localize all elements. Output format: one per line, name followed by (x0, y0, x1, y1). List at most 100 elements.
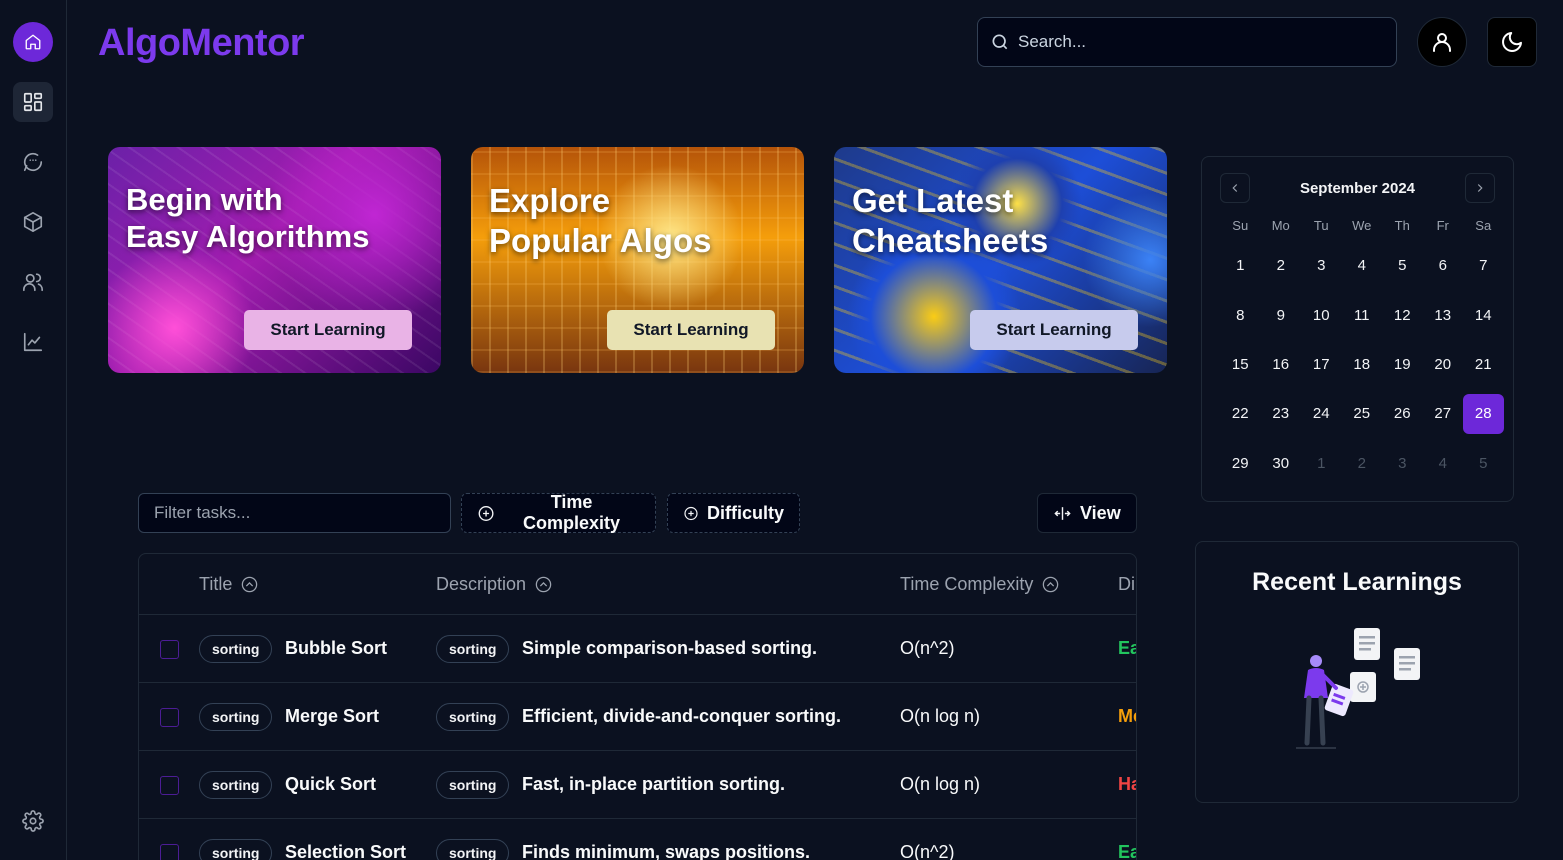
sidebar-item-chat[interactable] (13, 142, 53, 182)
task-time-complexity: O(n log n) (900, 774, 981, 794)
description-tag-badge: sorting (436, 635, 510, 663)
task-time-complexity: O(n log n) (900, 706, 981, 726)
sidebar (0, 0, 67, 860)
task-title: Bubble Sort (285, 638, 387, 658)
calendar-prev-button[interactable] (1220, 173, 1250, 203)
search-input[interactable] (1018, 32, 1378, 52)
search-icon (992, 34, 1008, 50)
time-complexity-filter-button[interactable]: Time Complexity (461, 492, 656, 533)
profile-button[interactable] (1417, 17, 1467, 67)
task-title: Quick Sort (285, 774, 377, 794)
task-difficulty: Me (1118, 706, 1136, 726)
app-logo[interactable]: AlgoMentor (98, 22, 305, 65)
calendar-day[interactable]: 17 (1301, 344, 1342, 384)
hero-card-title: Get Latest Cheatsheets (852, 181, 1152, 262)
title-tag-badge: sorting (199, 703, 273, 731)
calendar-day[interactable]: 29 (1220, 443, 1261, 483)
calendar-day[interactable]: 19 (1382, 344, 1423, 384)
filter-tasks-input[interactable] (138, 493, 451, 533)
hero-card-title-line2: Cheatsheets (852, 222, 1049, 260)
calendar-weekday: Fr (1436, 217, 1449, 233)
column-header-description[interactable]: Description (436, 574, 553, 595)
calendar-day[interactable]: 7 (1463, 246, 1504, 286)
view-options-button[interactable]: View (1037, 493, 1137, 533)
calendar-day[interactable]: 27 (1423, 394, 1464, 434)
description-tag-badge: sorting (436, 703, 510, 731)
recent-learnings-title: Recent Learnings (1252, 568, 1462, 596)
table-row[interactable]: sorting Merge Sort sorting Efficient, divid… (139, 683, 1136, 751)
column-header-difficulty[interactable]: Di (1118, 574, 1135, 595)
start-learning-button[interactable]: Start Learning (970, 310, 1138, 350)
calendar-day[interactable]: 3 (1382, 443, 1423, 483)
calendar-day[interactable]: 28 (1463, 393, 1504, 434)
calendar-day[interactable]: 22 (1220, 394, 1261, 434)
task-difficulty: Ha (1118, 774, 1136, 794)
calendar-day[interactable]: 14 (1463, 295, 1504, 335)
calendar-day[interactable]: 1 (1301, 443, 1342, 483)
calendar-day[interactable]: 21 (1463, 344, 1504, 384)
calendar: September 2024 Su Mo Tu We Th Fr Sa 1 2 3 4 5 6 7 8 9 10… (1201, 156, 1514, 502)
calendar-day[interactable]: 1 (1220, 246, 1261, 286)
row-checkbox[interactable] (160, 844, 179, 860)
description-tag-badge: sorting (436, 771, 510, 799)
calendar-weekday: Mo (1271, 217, 1290, 233)
column-header-description-label: Description (436, 574, 527, 594)
row-checkbox[interactable] (160, 776, 179, 795)
column-header-time-complexity[interactable]: Time Complexity (900, 574, 1060, 595)
table-row[interactable]: sorting Selection Sort sorting Finds minimu… (139, 819, 1136, 860)
chevron-left-icon (1232, 184, 1238, 192)
column-header-title-label: Title (199, 574, 233, 594)
calendar-day[interactable]: 23 (1261, 394, 1302, 434)
task-description: Simple comparison-based sorting. (522, 638, 818, 658)
calendar-day[interactable]: 18 (1342, 344, 1383, 384)
task-time-complexity: O(n^2) (900, 842, 955, 860)
calendar-day[interactable]: 30 (1261, 443, 1302, 483)
gear-icon (22, 810, 44, 832)
difficulty-filter-button[interactable]: Difficulty (667, 493, 800, 533)
calendar-day[interactable]: 2 (1342, 443, 1383, 483)
sidebar-item-analytics[interactable] (13, 322, 53, 362)
calendar-day[interactable]: 16 (1261, 344, 1302, 384)
calendar-day[interactable]: 11 (1342, 295, 1383, 335)
sidebar-item-settings[interactable] (13, 801, 53, 841)
calendar-day[interactable]: 5 (1382, 246, 1423, 286)
calendar-day[interactable]: 8 (1220, 295, 1261, 335)
calendar-day[interactable]: 10 (1301, 295, 1342, 335)
calendar-day[interactable]: 25 (1342, 394, 1383, 434)
sidebar-item-dashboard[interactable] (13, 82, 53, 122)
calendar-day[interactable]: 4 (1423, 443, 1464, 483)
table-row[interactable]: sorting Quick Sort sorting Fast, in-place p… (139, 751, 1136, 819)
sidebar-item-packages[interactable] (13, 202, 53, 242)
row-checkbox[interactable] (160, 640, 179, 659)
calendar-day[interactable]: 5 (1463, 443, 1504, 483)
calendar-day[interactable]: 3 (1301, 246, 1342, 286)
search-box[interactable] (977, 17, 1397, 67)
calendar-day[interactable]: 24 (1301, 394, 1342, 434)
message-icon (23, 152, 43, 172)
calendar-day[interactable]: 2 (1261, 246, 1302, 286)
home-button[interactable] (13, 22, 53, 62)
start-learning-button[interactable]: Start Learning (607, 310, 775, 350)
calendar-day[interactable]: 4 (1342, 246, 1383, 286)
sidebar-item-users[interactable] (13, 262, 53, 302)
calendar-header: September 2024 (1220, 171, 1495, 205)
users-icon (23, 273, 43, 292)
calendar-day[interactable]: 9 (1261, 295, 1302, 335)
calendar-day[interactable]: 6 (1423, 246, 1464, 286)
calendar-next-button[interactable] (1465, 173, 1495, 203)
column-header-title[interactable]: Title (199, 574, 259, 595)
row-checkbox[interactable] (160, 708, 179, 727)
table-row[interactable]: sorting Bubble Sort sorting Simple comparis… (139, 615, 1136, 683)
start-learning-button[interactable]: Start Learning (244, 310, 412, 350)
columns-adjust-icon (1054, 506, 1071, 520)
calendar-day[interactable]: 26 (1382, 394, 1423, 434)
calendar-day[interactable]: 20 (1423, 344, 1464, 384)
user-icon (1433, 33, 1451, 52)
calendar-day[interactable]: 13 (1423, 295, 1464, 335)
calendar-day[interactable]: 15 (1220, 344, 1261, 384)
description-tag-badge: sorting (436, 839, 510, 860)
task-time-complexity: O(n^2) (900, 638, 955, 658)
theme-toggle-button[interactable] (1487, 17, 1537, 67)
tasks-table: Title Description Time Complexity Di sor… (138, 553, 1137, 860)
calendar-day[interactable]: 12 (1382, 295, 1423, 335)
